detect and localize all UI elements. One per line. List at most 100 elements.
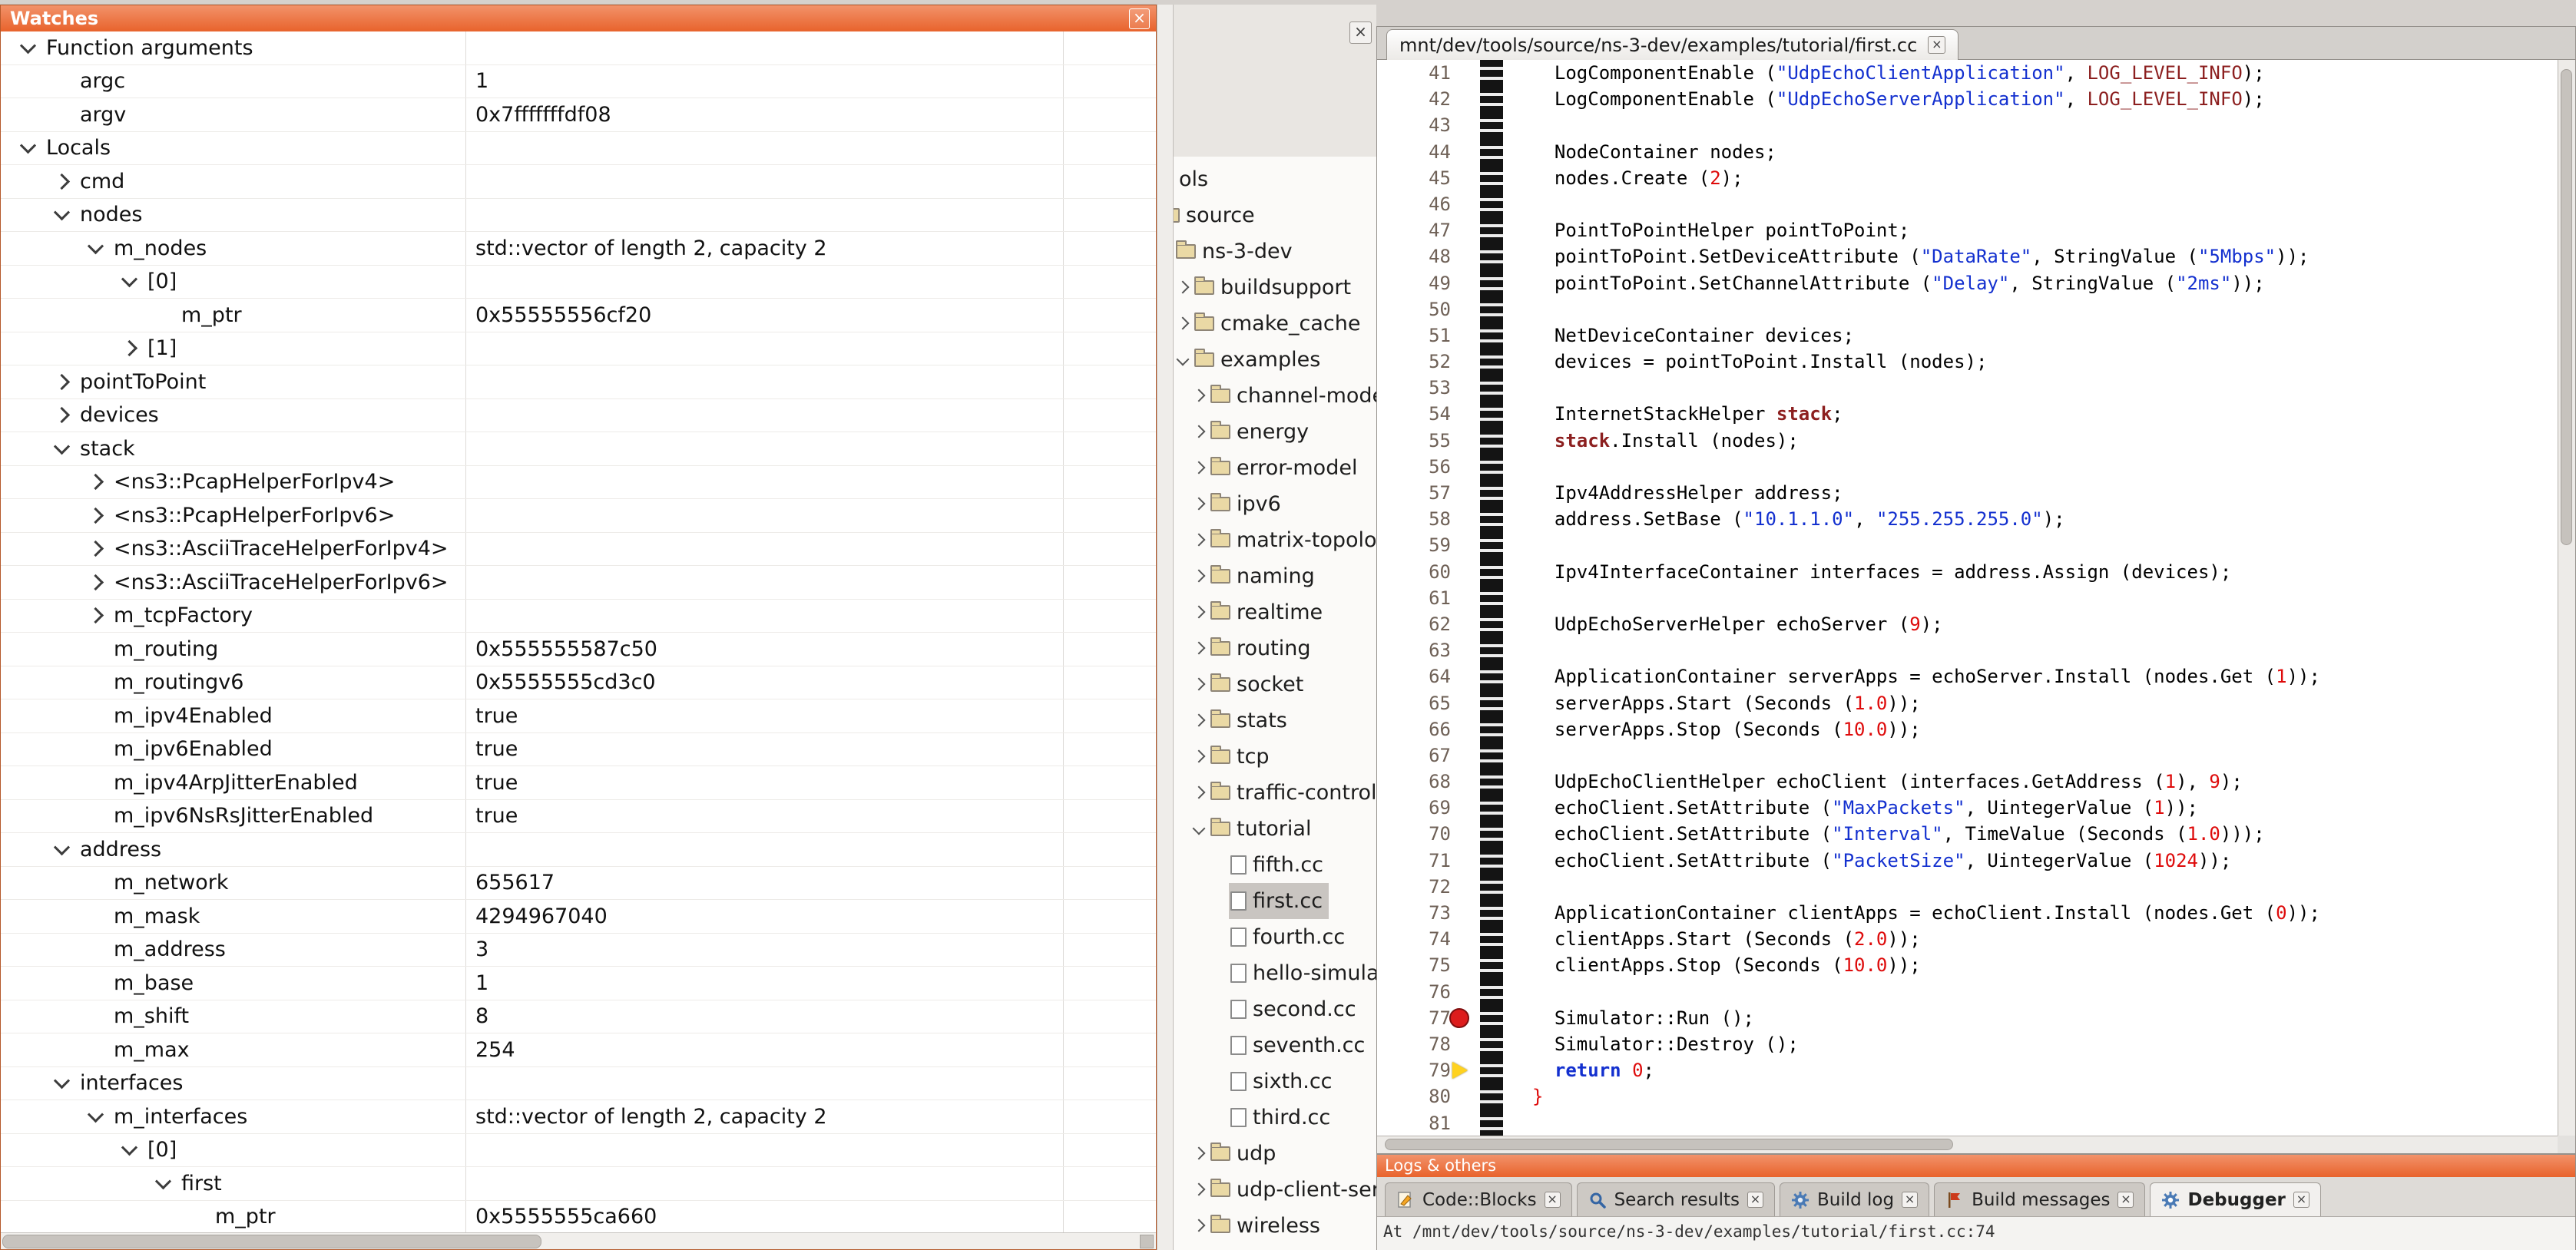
code-text[interactable] xyxy=(1503,532,2558,558)
code-text[interactable] xyxy=(1503,979,2558,1005)
marker-margin[interactable] xyxy=(1462,506,1480,532)
line-number[interactable]: 65 xyxy=(1377,690,1462,716)
line-number[interactable]: 73 xyxy=(1377,900,1462,926)
expand-icon[interactable] xyxy=(121,340,137,356)
watches-hscroll-end-button[interactable] xyxy=(1140,1235,1154,1248)
watch-row-ns3-asciitracehelperforipv6[interactable]: <ns3::AsciiTraceHelperForIpv6> xyxy=(1,566,1156,600)
line-number[interactable]: 52 xyxy=(1377,349,1462,375)
code-text[interactable] xyxy=(1503,637,2558,663)
line-number[interactable]: 43 xyxy=(1377,112,1462,138)
line-number[interactable]: 57 xyxy=(1377,480,1462,506)
marker-margin[interactable] xyxy=(1462,742,1480,769)
editor-tab-first-cc[interactable]: mnt/dev/tools/source/ns-3-dev/examples/t… xyxy=(1386,29,1958,60)
watch-row-cmd[interactable]: cmd xyxy=(1,165,1156,199)
tree-item-buildsupport[interactable]: buildsupport xyxy=(1174,270,1376,306)
marker-margin[interactable] xyxy=(1462,428,1480,454)
code-text[interactable] xyxy=(1503,296,2558,322)
expand-icon[interactable] xyxy=(88,541,104,557)
marker-margin[interactable] xyxy=(1462,979,1480,1005)
code-text[interactable]: return 0; xyxy=(1503,1057,2558,1083)
logs-tab-code-blocks[interactable]: Code::Blocks xyxy=(1385,1182,1572,1216)
code-text[interactable]: NodeContainer nodes; xyxy=(1503,139,2558,165)
marker-margin[interactable] xyxy=(1462,243,1480,270)
line-number[interactable]: 75 xyxy=(1377,952,1462,978)
close-icon[interactable] xyxy=(2117,1192,2134,1208)
code-text[interactable]: serverApps.Start (Seconds (1.0)); xyxy=(1503,690,2558,716)
watch-row-argc[interactable]: argc1 xyxy=(1,65,1156,99)
tree-item-third-cc[interactable]: third.cc xyxy=(1174,1100,1376,1136)
expand-icon[interactable] xyxy=(54,374,70,390)
code-text[interactable]: devices = pointToPoint.Install (nodes); xyxy=(1503,349,2558,375)
line-number[interactable]: 71 xyxy=(1377,848,1462,874)
line-number[interactable]: 70 xyxy=(1377,821,1462,847)
line-number[interactable]: 81 xyxy=(1377,1110,1462,1136)
watch-row-m-routing[interactable]: m_routing0x555555587c50 xyxy=(1,633,1156,666)
tree-item-examples[interactable]: examples xyxy=(1174,342,1376,378)
marker-margin[interactable] xyxy=(1462,926,1480,952)
code-text[interactable]: InternetStackHelper stack; xyxy=(1503,401,2558,427)
expand-icon[interactable] xyxy=(88,607,104,623)
code-text[interactable] xyxy=(1503,112,2558,138)
watches-titlebar[interactable]: Watches xyxy=(1,5,1156,31)
watch-row-argv[interactable]: argv0x7fffffffdf08 xyxy=(1,98,1156,132)
tree-item-fifth-cc[interactable]: fifth.cc xyxy=(1174,847,1376,883)
line-number[interactable]: 55 xyxy=(1377,428,1462,454)
logs-tab-build-messages[interactable]: Build messages xyxy=(1934,1182,2145,1216)
marker-margin[interactable] xyxy=(1462,611,1480,637)
code-text[interactable]: clientApps.Stop (Seconds (10.0)); xyxy=(1503,952,2558,978)
watch-row-m-network[interactable]: m_network655617 xyxy=(1,867,1156,901)
line-number[interactable]: 64 xyxy=(1377,663,1462,689)
tree-item-channel-models[interactable]: channel-models xyxy=(1174,378,1376,414)
watch-row-m-base[interactable]: m_base1 xyxy=(1,967,1156,1000)
marker-margin[interactable] xyxy=(1462,585,1480,611)
collapse-icon[interactable] xyxy=(54,1073,70,1089)
code-text[interactable]: echoClient.SetAttribute ("PacketSize", U… xyxy=(1503,848,2558,874)
line-number[interactable]: 59 xyxy=(1377,532,1462,558)
code-text[interactable]: clientApps.Start (Seconds (2.0)); xyxy=(1503,926,2558,952)
watch-row-m-ipv4arpjitterenabled[interactable]: m_ipv4ArpJitterEnabledtrue xyxy=(1,766,1156,800)
line-number[interactable]: 79 xyxy=(1377,1057,1462,1083)
marker-margin[interactable] xyxy=(1462,401,1480,427)
watch-row-interfaces[interactable]: interfaces xyxy=(1,1067,1156,1101)
tree-item-first-cc[interactable]: first.cc xyxy=(1174,883,1376,919)
collapse-icon[interactable] xyxy=(54,438,70,455)
marker-margin[interactable] xyxy=(1462,1031,1480,1057)
collapse-icon[interactable] xyxy=(121,271,137,287)
expand-icon[interactable] xyxy=(1193,1219,1206,1232)
code-text[interactable] xyxy=(1503,375,2558,401)
code-text[interactable]: NetDeviceContainer devices; xyxy=(1503,322,2558,349)
watch-row-0[interactable]: [0] xyxy=(1,266,1156,299)
code-text[interactable]: Ipv4InterfaceContainer interfaces = addr… xyxy=(1503,559,2558,585)
marker-margin[interactable] xyxy=(1462,952,1480,978)
expand-icon[interactable] xyxy=(1193,1147,1206,1160)
line-number[interactable]: 51 xyxy=(1377,322,1462,349)
code-text[interactable]: Ipv4AddressHelper address; xyxy=(1503,480,2558,506)
watch-row-stack[interactable]: stack xyxy=(1,432,1156,466)
code-text[interactable]: stack.Install (nodes); xyxy=(1503,428,2558,454)
expand-icon[interactable] xyxy=(1177,317,1190,330)
code-text[interactable] xyxy=(1503,874,2558,900)
watch-row-m-ipv4enabled[interactable]: m_ipv4Enabledtrue xyxy=(1,699,1156,733)
editor-hscroll-thumb[interactable] xyxy=(1385,1139,1953,1150)
tree-item-stats[interactable]: stats xyxy=(1174,703,1376,739)
marker-margin[interactable] xyxy=(1462,900,1480,926)
code-text[interactable]: LogComponentEnable ("UdpEchoServerApplic… xyxy=(1503,86,2558,112)
logs-tab-search-results[interactable]: Search results xyxy=(1577,1182,1775,1216)
marker-margin[interactable] xyxy=(1462,191,1480,217)
code-text[interactable]: UdpEchoClientHelper echoClient (interfac… xyxy=(1503,769,2558,795)
watch-row-devices[interactable]: devices xyxy=(1,399,1156,433)
expand-icon[interactable] xyxy=(54,174,70,190)
logs-tab-build-log[interactable]: Build log xyxy=(1780,1182,1929,1216)
code-text[interactable]: serverApps.Stop (Seconds (10.0)); xyxy=(1503,716,2558,742)
watches-close-button[interactable] xyxy=(1129,8,1150,29)
marker-margin[interactable] xyxy=(1462,848,1480,874)
marker-margin[interactable] xyxy=(1462,1005,1480,1031)
watch-row-pointtopoint[interactable]: pointToPoint xyxy=(1,365,1156,399)
collapse-icon[interactable] xyxy=(1177,353,1190,366)
logs-titlebar[interactable]: Logs & others xyxy=(1377,1155,2575,1177)
watch-row-m-ipv6nsrsjitterenabled[interactable]: m_ipv6NsRsJitterEnabledtrue xyxy=(1,800,1156,834)
tree-item-seventh-cc[interactable]: seventh.cc xyxy=(1174,1027,1376,1063)
tree-item-source[interactable]: source xyxy=(1174,197,1376,233)
breakpoint-marker[interactable] xyxy=(1449,1008,1469,1028)
watches-hscroll-thumb[interactable] xyxy=(2,1235,541,1248)
